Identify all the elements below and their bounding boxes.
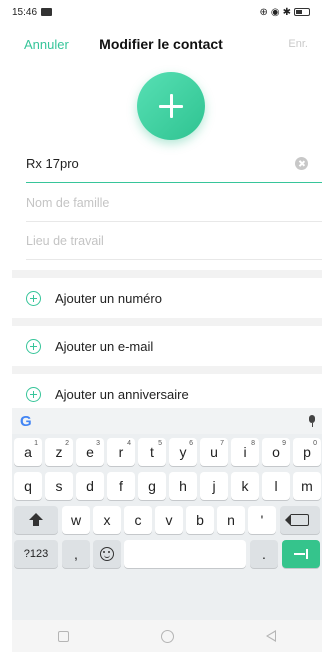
key-h[interactable]: h [169, 472, 197, 500]
microphone-icon[interactable] [308, 415, 316, 427]
key-p[interactable]: p0 [293, 438, 321, 466]
add-email-row[interactable]: Ajouter un e-mail [12, 326, 322, 366]
key-c[interactable]: c [124, 506, 152, 534]
period-key[interactable]: . [250, 540, 278, 568]
key-r[interactable]: r4 [107, 438, 135, 466]
key-x[interactable]: x [93, 506, 121, 534]
header: Annuler Modifier le contact Enr. [0, 30, 322, 58]
plus-icon [159, 94, 183, 118]
key-b[interactable]: b [186, 506, 214, 534]
comma-key[interactable]: , [62, 540, 90, 568]
key-d[interactable]: d [76, 472, 104, 500]
section-divider [12, 270, 322, 278]
key-n[interactable]: n [217, 506, 245, 534]
company-field[interactable]: Lieu de travail [26, 222, 322, 260]
key-j[interactable]: j [200, 472, 228, 500]
signal-icon: ⊕ [259, 6, 268, 18]
key-q[interactable]: q [14, 472, 42, 500]
shift-key[interactable] [14, 506, 58, 534]
soft-keyboard: G a1 z2 e3 r4 t5 y6 u7 i8 o9 p0 q s d f … [12, 408, 322, 620]
cancel-button[interactable]: Annuler [24, 37, 69, 52]
key-apostrophe[interactable]: ' [248, 506, 276, 534]
key-l[interactable]: l [262, 472, 290, 500]
last-name-field[interactable]: Nom de famille [26, 184, 322, 222]
key-v[interactable]: v [155, 506, 183, 534]
status-icons: ⊕ ◉ ✱ [259, 7, 310, 18]
home-icon[interactable] [161, 629, 174, 643]
backspace-key[interactable] [280, 506, 320, 534]
key-w[interactable]: w [62, 506, 90, 534]
key-s[interactable]: s [45, 472, 73, 500]
add-circle-icon [26, 290, 41, 306]
key-a[interactable]: a1 [14, 438, 42, 466]
backspace-icon [285, 514, 309, 526]
key-i[interactable]: i8 [231, 438, 259, 466]
symbols-key[interactable]: ?123 [14, 540, 58, 568]
key-k[interactable]: k [231, 472, 259, 500]
emoji-key[interactable] [93, 540, 121, 568]
section-divider [12, 366, 322, 374]
shift-icon [29, 513, 43, 527]
space-key[interactable] [124, 540, 246, 568]
key-t[interactable]: t5 [138, 438, 166, 466]
key-z[interactable]: z2 [45, 438, 73, 466]
add-circle-icon [26, 386, 41, 402]
image-icon [41, 8, 53, 16]
add-birthday-label: Ajouter un anniversaire [55, 386, 189, 402]
key-o[interactable]: o9 [262, 438, 290, 466]
enter-key[interactable] [282, 540, 320, 568]
add-email-label: Ajouter un e-mail [55, 338, 154, 354]
key-e[interactable]: e3 [76, 438, 104, 466]
add-number-label: Ajouter un numéro [55, 290, 162, 306]
battery-icon [294, 8, 310, 16]
first-name-value: Rx 17pro [26, 156, 79, 171]
next-field-icon [294, 549, 308, 559]
keyboard-row-2: q s d f g h j k l m [12, 472, 322, 506]
keyboard-row-3: w x c v b n ' [12, 506, 322, 540]
keyboard-toolbar: G [12, 408, 322, 434]
company-placeholder: Lieu de travail [26, 233, 104, 248]
add-circle-icon [26, 338, 41, 354]
key-g[interactable]: g [138, 472, 166, 500]
section-divider [12, 318, 322, 326]
key-f[interactable]: f [107, 472, 135, 500]
smile-icon [100, 547, 114, 561]
key-u[interactable]: u7 [200, 438, 228, 466]
first-name-field[interactable]: Rx 17pro [26, 145, 322, 183]
nfc-icon: ◉ [270, 6, 280, 18]
status-time: 15:46 [12, 6, 38, 18]
bluetooth-icon: ✱ [282, 6, 291, 18]
add-number-row[interactable]: Ajouter un numéro [12, 278, 322, 318]
navigation-bar [12, 620, 322, 652]
recent-apps-icon[interactable] [58, 630, 69, 642]
back-icon[interactable] [266, 630, 276, 642]
key-m[interactable]: m [293, 472, 321, 500]
last-name-placeholder: Nom de famille [26, 195, 110, 210]
keyboard-row-1: a1 z2 e3 r4 t5 y6 u7 i8 o9 p0 [12, 438, 322, 472]
add-photo-button[interactable] [137, 72, 205, 140]
google-g-icon[interactable]: G [20, 413, 32, 430]
status-bar: 15:46 ⊕ ◉ ✱ [0, 0, 322, 24]
key-y[interactable]: y6 [169, 438, 197, 466]
clear-icon[interactable] [295, 157, 308, 170]
keyboard-row-4: ?123 , . [12, 540, 322, 574]
save-button[interactable]: Enr. [288, 38, 308, 50]
